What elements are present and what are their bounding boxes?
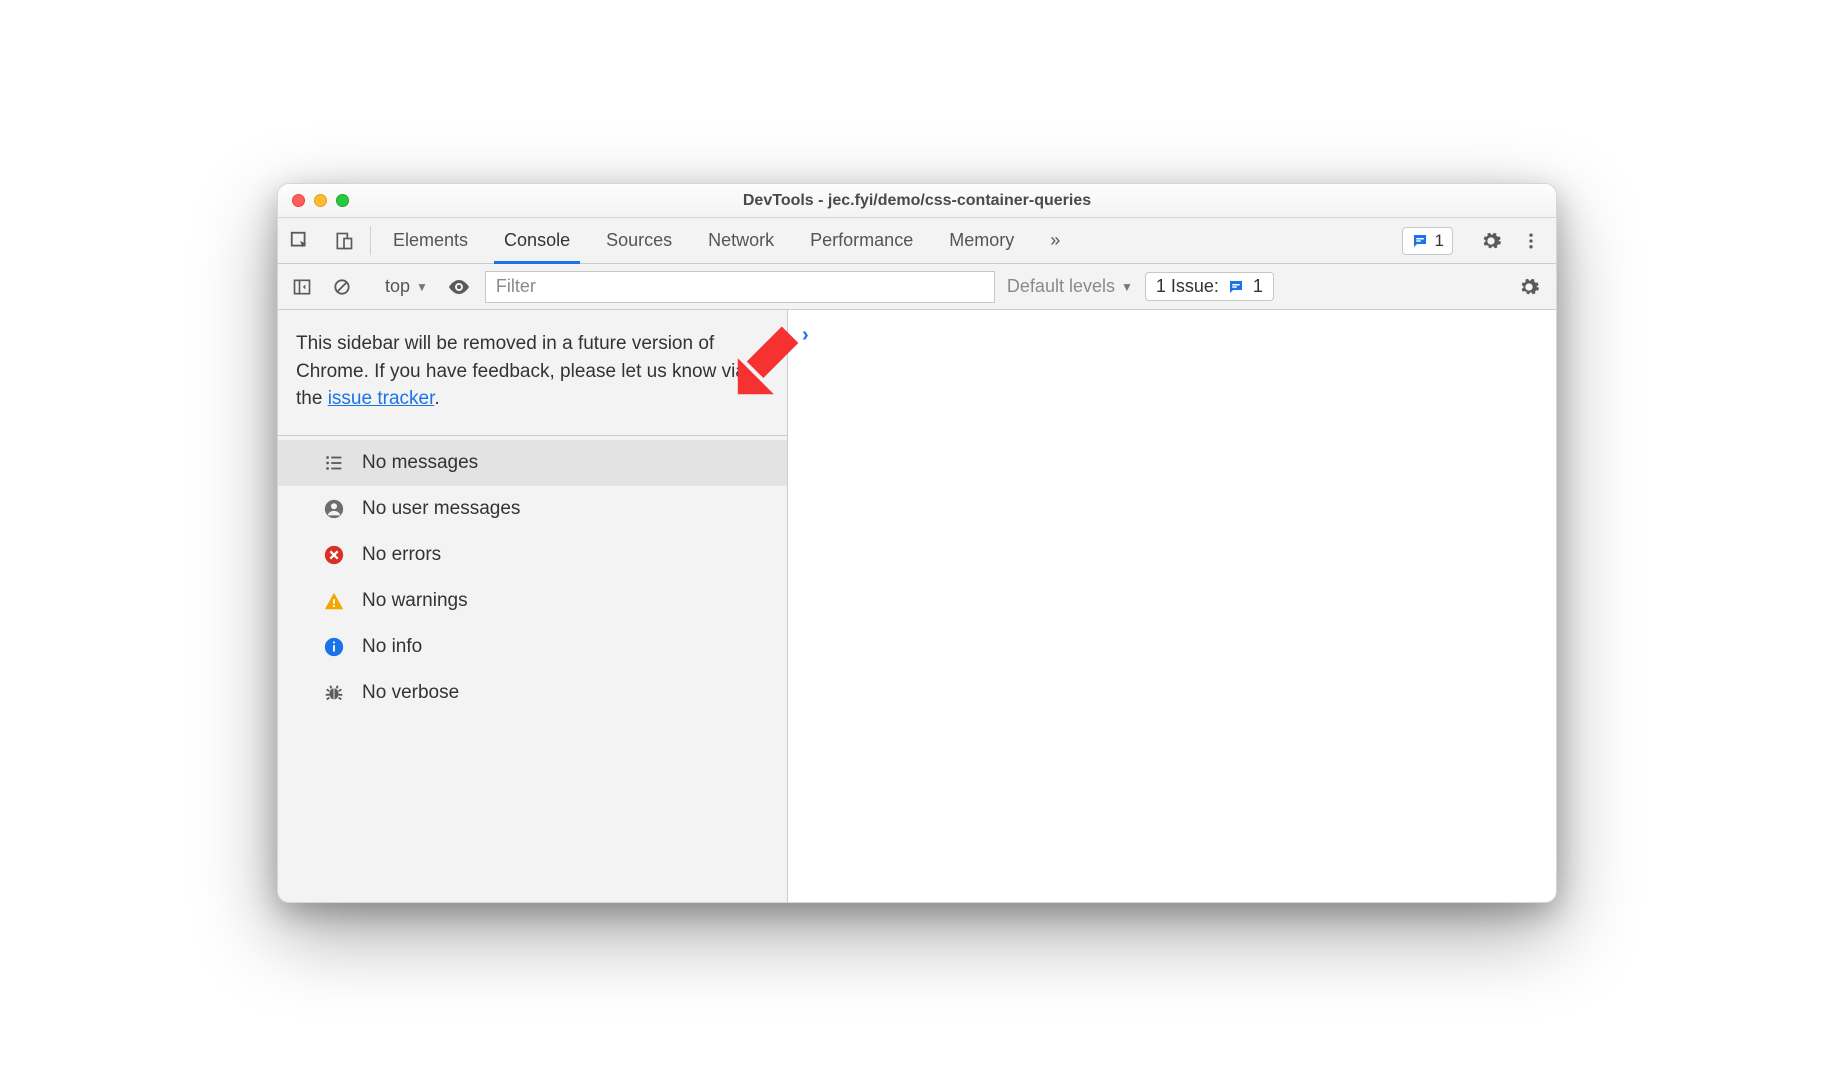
filter-info[interactable]: No info	[278, 624, 787, 670]
console-body: This sidebar will be removed in a future…	[278, 310, 1556, 902]
console-toolbar: top ▼ Default levels ▼ 1 Issue: 1	[278, 264, 1556, 310]
filter-label: No user messages	[362, 498, 520, 520]
filter-input[interactable]	[485, 271, 995, 303]
dropdown-triangle-icon: ▼	[1121, 280, 1133, 294]
titlebar: DevTools - jec.fyi/demo/css-container-qu…	[278, 184, 1556, 218]
context-label: top	[385, 276, 410, 297]
filter-warnings[interactable]: No warnings	[278, 578, 787, 624]
tab-console[interactable]: Console	[486, 218, 588, 263]
filter-list: No messages No user messages No errors N…	[278, 436, 787, 716]
issues-label: 1 Issue:	[1156, 276, 1219, 297]
levels-label: Default levels	[1007, 276, 1115, 297]
filter-verbose[interactable]: No verbose	[278, 670, 787, 716]
tab-memory[interactable]: Memory	[931, 218, 1032, 263]
console-settings-icon[interactable]	[1512, 270, 1546, 304]
filter-label: No messages	[362, 452, 478, 474]
filter-errors[interactable]: No errors	[278, 532, 787, 578]
filter-label: No info	[362, 636, 422, 658]
user-icon	[322, 497, 346, 521]
inspect-element-icon[interactable]	[278, 218, 322, 263]
log-levels-selector[interactable]: Default levels ▼	[1007, 276, 1133, 297]
toggle-sidebar-icon[interactable]	[288, 273, 316, 301]
context-selector[interactable]: top ▼	[380, 273, 433, 300]
close-window-button[interactable]	[292, 194, 305, 207]
live-expression-icon[interactable]	[445, 273, 473, 301]
device-toolbar-icon[interactable]	[322, 218, 366, 263]
tab-elements[interactable]: Elements	[375, 218, 486, 263]
traffic-lights	[278, 194, 349, 207]
filter-label: No verbose	[362, 682, 459, 704]
minimize-window-button[interactable]	[314, 194, 327, 207]
main-tabbar: Elements Console Sources Network Perform…	[278, 218, 1556, 264]
tab-performance[interactable]: Performance	[792, 218, 931, 263]
info-icon	[322, 635, 346, 659]
devtools-window: DevTools - jec.fyi/demo/css-container-qu…	[277, 183, 1557, 903]
error-icon	[322, 543, 346, 567]
console-output[interactable]: ›	[788, 310, 1556, 902]
separator	[370, 226, 371, 255]
filter-label: No warnings	[362, 590, 468, 612]
settings-icon[interactable]	[1474, 224, 1508, 258]
chat-icon	[1227, 278, 1245, 296]
issue-tracker-link[interactable]: issue tracker	[328, 388, 435, 409]
filter-label: No errors	[362, 544, 441, 566]
dropdown-triangle-icon: ▼	[416, 280, 428, 294]
list-icon	[322, 451, 346, 475]
filter-messages[interactable]: No messages	[278, 440, 787, 486]
bug-icon	[322, 681, 346, 705]
issues-badge[interactable]: 1	[1402, 227, 1453, 255]
issues-counter[interactable]: 1 Issue: 1	[1145, 272, 1274, 301]
issues-badge-count: 1	[1435, 231, 1444, 251]
filter-user-messages[interactable]: No user messages	[278, 486, 787, 532]
deprecation-text-post: .	[434, 388, 439, 409]
maximize-window-button[interactable]	[336, 194, 349, 207]
tab-sources[interactable]: Sources	[588, 218, 690, 263]
window-title: DevTools - jec.fyi/demo/css-container-qu…	[278, 192, 1556, 210]
clear-console-icon[interactable]	[328, 273, 356, 301]
tab-network[interactable]: Network	[690, 218, 792, 263]
console-prompt: ›	[802, 324, 809, 347]
chat-icon	[1411, 232, 1429, 250]
console-sidebar: This sidebar will be removed in a future…	[278, 310, 788, 902]
tab-more[interactable]: »	[1032, 218, 1078, 263]
deprecation-notice: This sidebar will be removed in a future…	[278, 310, 787, 436]
warning-icon	[322, 589, 346, 613]
issues-count: 1	[1253, 276, 1263, 297]
more-menu-icon[interactable]	[1514, 224, 1548, 258]
